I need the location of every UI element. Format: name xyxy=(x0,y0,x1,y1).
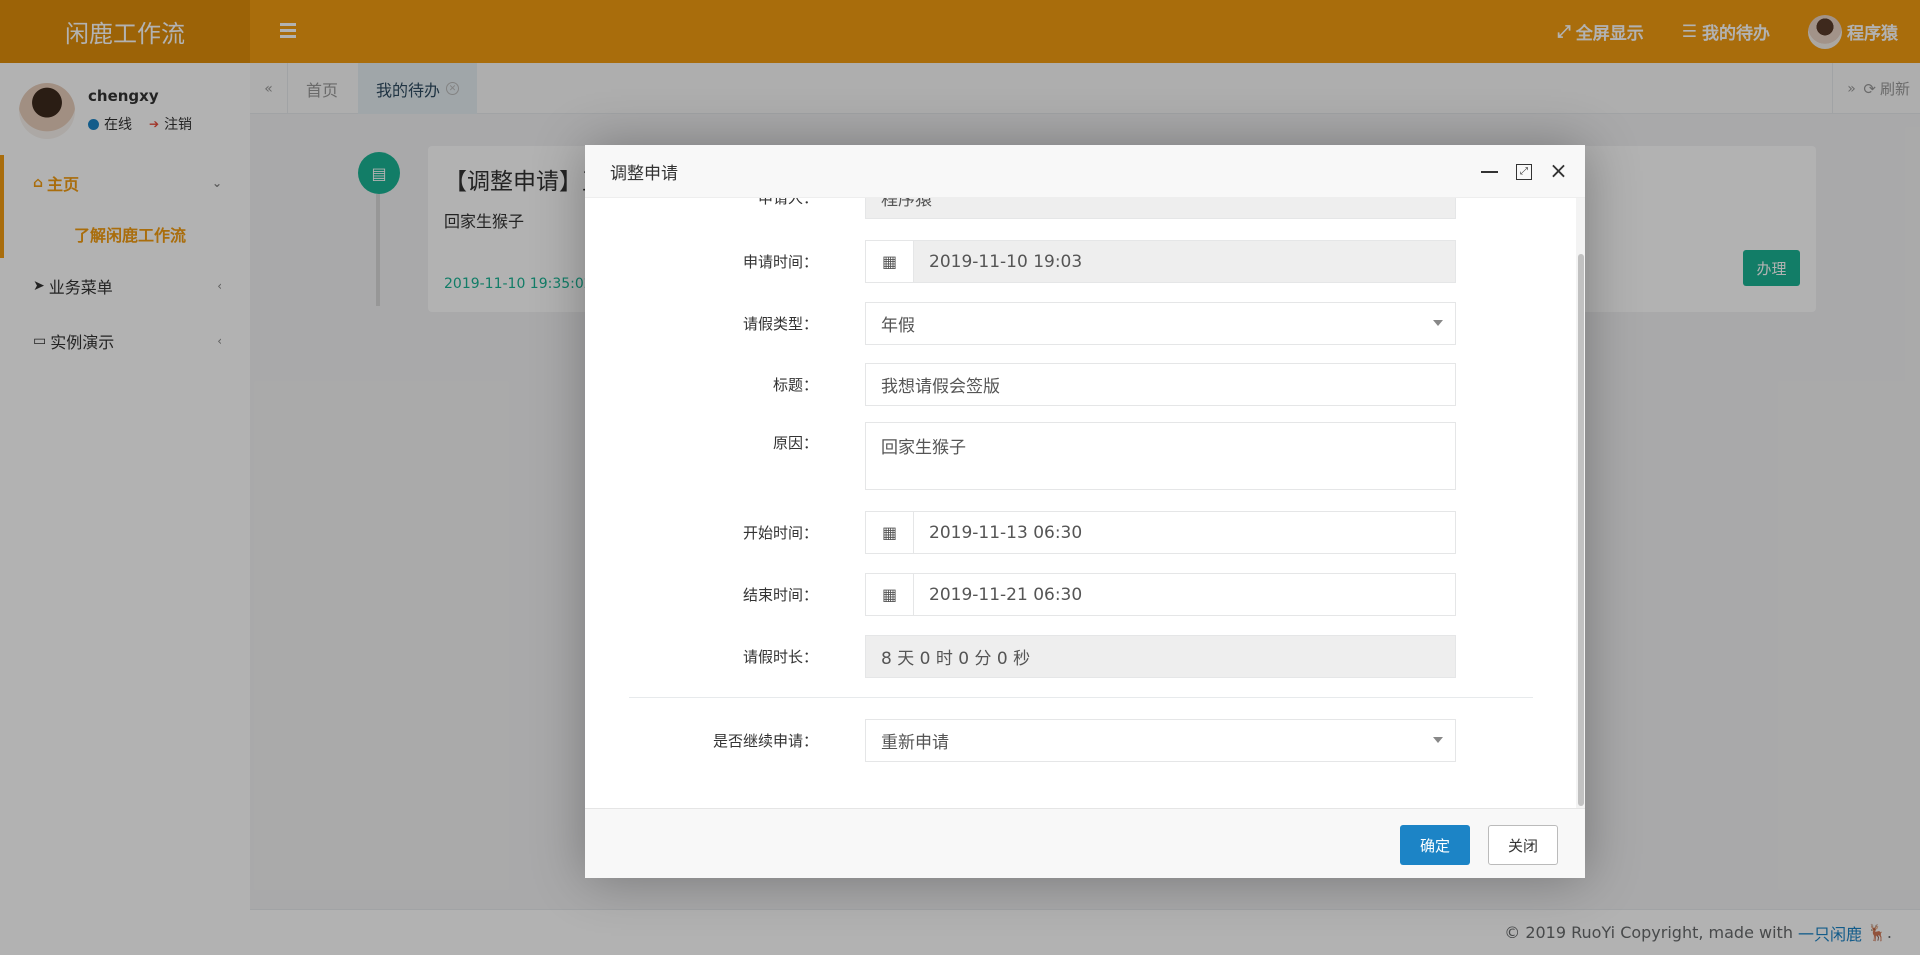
form-row-start-time: 开始时间： ▦ 2019-11-13 06:30 xyxy=(585,511,1585,554)
dialog-scrollbar[interactable] xyxy=(1576,198,1585,808)
dialog-title: 调整申请 xyxy=(610,163,678,184)
calendar-icon: ▦ xyxy=(866,241,914,282)
leave-type-value: 年假 xyxy=(881,316,915,336)
field-label: 是否继续申请： xyxy=(712,732,818,750)
form-divider xyxy=(629,697,1533,698)
leave-type-select[interactable]: 年假 xyxy=(865,302,1456,345)
duration-value: 8 天 0 时 0 分 0 秒 xyxy=(881,649,1031,669)
form-row-title: 标题： 我想请假会签版 xyxy=(585,363,1585,406)
continue-value: 重新申请 xyxy=(881,733,949,753)
scrollbar-thumb[interactable] xyxy=(1578,254,1584,806)
confirm-button[interactable]: 确定 xyxy=(1400,825,1470,865)
field-label: 请假时长： xyxy=(742,648,818,666)
dialog-header: 调整申请 ⤢ × xyxy=(585,145,1585,198)
reason-value: 回家生猴子 xyxy=(881,438,966,458)
form-row-apply-time: 申请时间： ▦ 2019-11-10 19:03 xyxy=(585,240,1585,283)
calendar-icon: ▦ xyxy=(866,574,914,615)
applicant-field: 程序猿 xyxy=(865,198,1456,219)
continue-select[interactable]: 重新申请 xyxy=(865,719,1456,762)
form-row-reason: 原因： 回家生猴子 xyxy=(585,422,1585,490)
field-label: 原因： xyxy=(772,434,818,452)
adjust-request-dialog: 调整申请 ⤢ × 申请人： 程序猿 申请时间： ▦ 2019-11-10 19:… xyxy=(585,145,1585,878)
title-value: 我想请假会签版 xyxy=(881,377,1000,397)
form-row-leave-type: 请假类型： 年假 xyxy=(585,302,1585,345)
caret-down-icon xyxy=(1433,737,1443,743)
applicant-value: 程序猿 xyxy=(881,198,932,210)
minimize-icon[interactable] xyxy=(1481,163,1498,180)
field-label: 结束时间： xyxy=(742,586,818,604)
field-label: 请假类型： xyxy=(742,315,818,333)
duration-field: 8 天 0 时 0 分 0 秒 xyxy=(865,635,1456,678)
form-row-applicant: 申请人： 程序猿 xyxy=(585,198,1585,219)
maximize-icon[interactable]: ⤢ xyxy=(1516,163,1532,180)
form-row-continue: 是否继续申请： 重新申请 xyxy=(585,719,1585,762)
start-time-input[interactable]: ▦ 2019-11-13 06:30 xyxy=(865,511,1456,554)
form-row-end-time: 结束时间： ▦ 2019-11-21 06:30 xyxy=(585,573,1585,616)
field-label: 开始时间： xyxy=(742,524,818,542)
end-time-value: 2019-11-21 06:30 xyxy=(929,584,1083,605)
dialog-body[interactable]: 申请人： 程序猿 申请时间： ▦ 2019-11-10 19:03 请假类型： … xyxy=(585,198,1585,808)
caret-down-icon xyxy=(1433,320,1443,326)
apply-time-field: ▦ 2019-11-10 19:03 xyxy=(865,240,1456,283)
close-button[interactable]: 关闭 xyxy=(1488,825,1558,865)
start-time-value: 2019-11-13 06:30 xyxy=(929,522,1083,543)
form-row-duration: 请假时长： 8 天 0 时 0 分 0 秒 xyxy=(585,635,1585,678)
dialog-controls: ⤢ × xyxy=(1481,145,1568,198)
field-label: 申请时间： xyxy=(742,253,818,271)
title-input[interactable]: 我想请假会签版 xyxy=(865,363,1456,406)
reason-textarea[interactable]: 回家生猴子 xyxy=(865,422,1456,490)
end-time-input[interactable]: ▦ 2019-11-21 06:30 xyxy=(865,573,1456,616)
calendar-icon: ▦ xyxy=(866,512,914,553)
apply-time-value: 2019-11-10 19:03 xyxy=(914,241,1455,282)
close-icon[interactable]: × xyxy=(1549,159,1567,184)
field-label: 申请人： xyxy=(757,198,818,207)
dialog-footer: 确定 关闭 xyxy=(585,808,1585,878)
field-label: 标题： xyxy=(772,376,818,394)
